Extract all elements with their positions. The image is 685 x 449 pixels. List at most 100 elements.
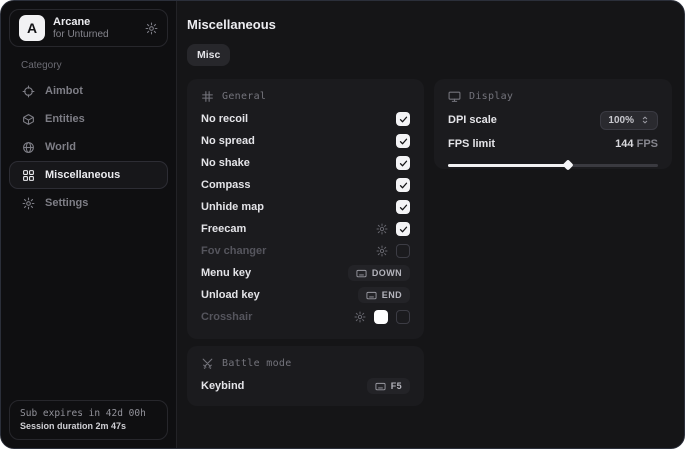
- main-content: Miscellaneous Misc General No recoil No …: [178, 1, 684, 448]
- app-logo: A: [19, 15, 45, 41]
- cube-icon: [22, 113, 35, 126]
- battle-mode-card: Battle mode Keybind F5: [187, 346, 424, 406]
- general-card: General No recoil No spread No shake Com…: [187, 79, 424, 339]
- setting-label: No recoil: [201, 113, 248, 125]
- setting-label: Unload key: [201, 289, 260, 301]
- fps-limit-row: FPS limit 144 FPS: [448, 132, 658, 156]
- setting-row-unload-key: Unload key END: [201, 284, 410, 306]
- setting-row-no-shake: No shake: [201, 152, 410, 174]
- fps-limit-value: 144 FPS: [615, 138, 658, 150]
- globe-icon: [22, 141, 35, 154]
- app-subtitle: for Unturned: [53, 29, 137, 41]
- display-card-header: Display: [448, 90, 658, 103]
- gear-icon[interactable]: [376, 223, 388, 235]
- tab-misc[interactable]: Misc: [187, 44, 230, 66]
- setting-row-crosshair: Crosshair: [201, 306, 410, 328]
- session-duration: Session duration 2m 47s: [20, 420, 157, 432]
- hash-grid-icon: [201, 90, 214, 103]
- fps-slider-fill: [448, 164, 568, 167]
- fps-limit-label: FPS limit: [448, 138, 495, 150]
- crosshair-icon: [22, 85, 35, 98]
- fov-changer-checkbox[interactable]: [396, 244, 410, 258]
- setting-row-no-recoil: No recoil: [201, 108, 410, 130]
- no-spread-checkbox[interactable]: [396, 134, 410, 148]
- gear-icon: [22, 197, 35, 210]
- sidebar: A Arcane for Unturned Category A: [1, 1, 177, 448]
- unhide-map-checkbox[interactable]: [396, 200, 410, 214]
- setting-label: No spread: [201, 135, 255, 147]
- no-shake-checkbox[interactable]: [396, 156, 410, 170]
- grid-icon: [22, 169, 35, 182]
- sidebar-item-entities[interactable]: Entities: [9, 105, 168, 133]
- setting-label: Compass: [201, 179, 251, 191]
- key-label: F5: [391, 381, 402, 391]
- sidebar-item-label: Entities: [45, 113, 85, 125]
- setting-row-no-spread: No spread: [201, 130, 410, 152]
- setting-row-fov-changer: Fov changer: [201, 240, 410, 262]
- display-card: Display DPI scale 100% FPS limit 144 FPS: [434, 79, 672, 169]
- no-recoil-checkbox[interactable]: [396, 112, 410, 126]
- logo-card: A Arcane for Unturned: [9, 9, 168, 47]
- general-card-header: General: [201, 90, 410, 103]
- keyboard-icon: [375, 382, 386, 391]
- battle-key-binding[interactable]: F5: [367, 378, 410, 394]
- setting-row-menu-key: Menu key DOWN: [201, 262, 410, 284]
- setting-label: Freecam: [201, 223, 246, 235]
- fps-slider-thumb[interactable]: [562, 159, 573, 170]
- display-card-title: Display: [469, 91, 513, 102]
- menu-key-binding[interactable]: DOWN: [348, 265, 410, 281]
- crosshair-color-swatch[interactable]: [374, 310, 388, 324]
- sidebar-item-label: Miscellaneous: [45, 169, 120, 181]
- fps-number: 144: [615, 138, 633, 150]
- sidebar-nav: Aimbot Entities World: [1, 77, 176, 217]
- dpi-scale-select[interactable]: 100%: [600, 111, 658, 130]
- battle-card-header: Battle mode: [201, 357, 410, 370]
- setting-row-unhide-map: Unhide map: [201, 196, 410, 218]
- page-title: Miscellaneous: [187, 17, 684, 32]
- subscription-status-card: Sub expires in 42d 00h Session duration …: [9, 400, 168, 440]
- app-name: Arcane: [53, 16, 137, 29]
- sidebar-item-aimbot[interactable]: Aimbot: [9, 77, 168, 105]
- sidebar-item-label: Settings: [45, 197, 88, 209]
- sidebar-item-label: World: [45, 141, 76, 153]
- setting-label: Crosshair: [201, 311, 252, 323]
- gear-icon[interactable]: [145, 22, 158, 35]
- setting-label: Unhide map: [201, 201, 264, 213]
- dpi-scale-value: 100%: [608, 115, 634, 126]
- app-title-block: Arcane for Unturned: [53, 16, 137, 41]
- swords-icon: [201, 357, 214, 370]
- fps-unit: FPS: [637, 138, 658, 150]
- setting-row-freecam: Freecam: [201, 218, 410, 240]
- fps-limit-slider[interactable]: [448, 160, 658, 170]
- sidebar-item-miscellaneous[interactable]: Miscellaneous: [9, 161, 168, 189]
- subscription-expiry: Sub expires in 42d 00h: [20, 407, 157, 420]
- setting-label: Menu key: [201, 267, 251, 279]
- crosshair-checkbox[interactable]: [396, 310, 410, 324]
- gear-icon[interactable]: [376, 245, 388, 257]
- freecam-checkbox[interactable]: [396, 222, 410, 236]
- category-label: Category: [21, 60, 176, 71]
- unload-key-binding[interactable]: END: [358, 287, 410, 303]
- setting-label: No shake: [201, 157, 250, 169]
- app-window: A Arcane for Unturned Category A: [0, 0, 685, 449]
- tab-row: Misc: [187, 44, 684, 66]
- setting-row-compass: Compass: [201, 174, 410, 196]
- keyboard-icon: [356, 269, 367, 278]
- key-label: DOWN: [372, 268, 402, 278]
- setting-label: Fov changer: [201, 245, 266, 257]
- dpi-scale-row: DPI scale 100%: [448, 108, 658, 132]
- dpi-scale-label: DPI scale: [448, 114, 497, 126]
- chevron-up-down-icon: [640, 115, 650, 125]
- keyboard-icon: [366, 291, 377, 300]
- gear-icon[interactable]: [354, 311, 366, 323]
- sidebar-item-label: Aimbot: [45, 85, 83, 97]
- monitor-icon: [448, 90, 461, 103]
- compass-checkbox[interactable]: [396, 178, 410, 192]
- sidebar-item-settings[interactable]: Settings: [9, 189, 168, 217]
- key-label: END: [382, 290, 402, 300]
- battle-keybind-row: Keybind F5: [201, 375, 410, 397]
- keybind-label: Keybind: [201, 380, 244, 392]
- battle-card-title: Battle mode: [222, 358, 292, 369]
- general-card-title: General: [222, 91, 266, 102]
- sidebar-item-world[interactable]: World: [9, 133, 168, 161]
